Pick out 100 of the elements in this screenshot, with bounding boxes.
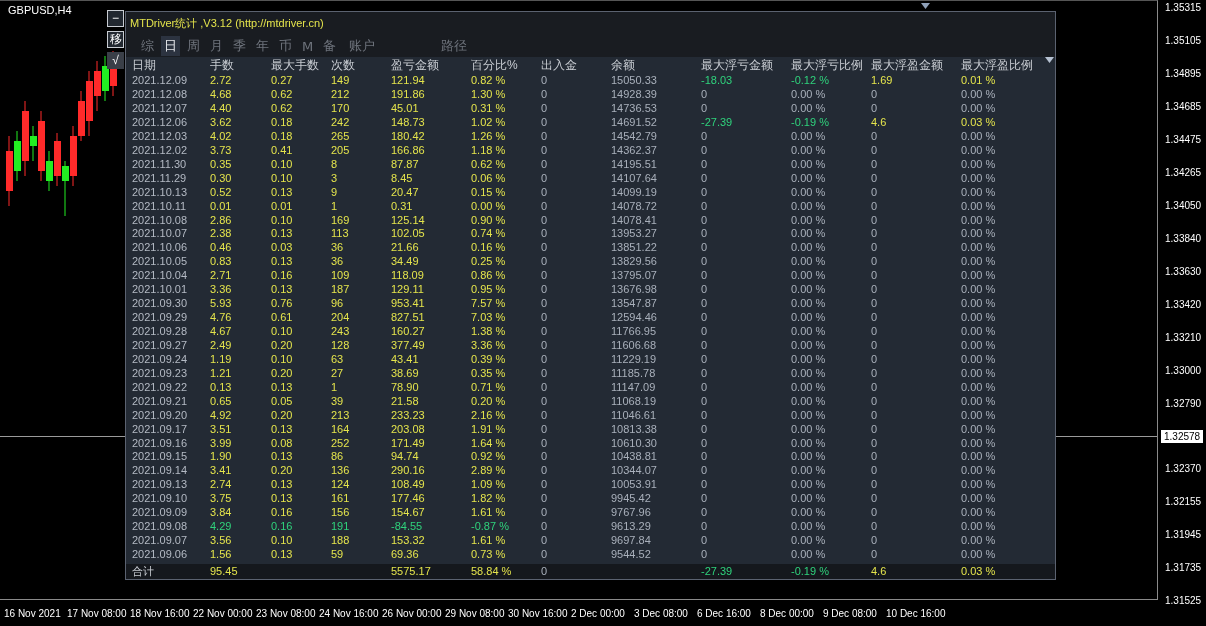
- table-cell: 0.00 %: [961, 422, 996, 437]
- tab[interactable]: 季: [230, 36, 249, 56]
- table-cell: 94.74: [391, 450, 419, 465]
- tab[interactable]: 综: [138, 36, 157, 56]
- table-cell: 2021.09.14: [132, 464, 188, 478]
- table-cell: 2.38: [210, 227, 232, 242]
- column-header: 次数: [331, 57, 355, 74]
- price-label: 1.32370: [1164, 463, 1203, 476]
- table-cell: 9767.96: [611, 506, 651, 520]
- panel-control-button[interactable]: 移: [107, 31, 124, 48]
- table-cell: 0: [541, 241, 548, 255]
- table-cell: 0.03 %: [961, 564, 996, 579]
- table-cell: 242: [331, 116, 350, 130]
- table-cell: 0.18: [271, 129, 293, 144]
- table-cell: 0: [541, 143, 548, 158]
- column-header: 手数: [210, 57, 234, 74]
- table-cell: 0.65: [210, 394, 232, 409]
- table-cell: 0: [871, 436, 878, 451]
- table-cell: 3: [331, 171, 338, 186]
- table-cell: 1: [331, 199, 338, 214]
- table-cell: 0: [871, 478, 878, 492]
- table-cell: 0.18: [271, 116, 293, 130]
- table-cell: 0.00 %: [791, 464, 826, 478]
- table-cell: 0.00 %: [961, 283, 996, 297]
- panel-control-button[interactable]: −: [107, 10, 124, 27]
- tab[interactable]: 年: [253, 36, 272, 56]
- table-cell: 2021.10.08: [132, 213, 188, 228]
- table-cell: 0: [541, 366, 548, 381]
- table-cell: 3.62: [210, 116, 232, 130]
- panel-control-button[interactable]: √: [107, 52, 124, 69]
- table-cell: 2021.10.13: [132, 185, 188, 200]
- table-cell: 0.10: [271, 325, 293, 339]
- table-cell: 0.90 %: [471, 213, 506, 228]
- table-cell: 0.31: [391, 199, 413, 214]
- table-cell: 164: [331, 422, 350, 437]
- table-cell: 0: [701, 269, 708, 283]
- table-cell: 177.46: [391, 492, 425, 506]
- table-cell: 1.30 %: [471, 88, 506, 102]
- table-cell: 0.00 %: [961, 464, 996, 478]
- table-cell: 0: [701, 464, 708, 478]
- tab[interactable]: 账户: [343, 36, 382, 56]
- price-label: 1.32790: [1164, 398, 1203, 411]
- table-cell: 0: [701, 241, 708, 255]
- table-cell: 0.00 %: [791, 352, 826, 367]
- time-label: 10 Dec 16:00: [886, 607, 947, 619]
- table-cell: 0.00 %: [961, 436, 996, 451]
- tab[interactable]: M: [299, 36, 317, 56]
- table-cell: 0.27: [271, 74, 293, 88]
- table-cell: 2021.12.02: [132, 143, 188, 158]
- table-cell: 2021.09.21: [132, 394, 188, 409]
- table-cell: 13829.56: [611, 255, 657, 269]
- table-cell: 113: [331, 227, 349, 242]
- time-label: 9 Dec 08:00: [823, 607, 878, 619]
- tab[interactable]: 路径: [438, 36, 471, 56]
- table-cell: 0.00 %: [961, 450, 996, 465]
- table-cell: 0.00 %: [961, 227, 996, 242]
- table-cell: 0: [541, 534, 548, 548]
- table-cell: 13851.22: [611, 241, 657, 255]
- table-cell: 12594.46: [611, 311, 657, 325]
- table-cell: 14736.53: [611, 102, 657, 116]
- table-cell: 0.00 %: [791, 269, 826, 283]
- table-cell: 0: [701, 311, 708, 325]
- table-cell: 0: [871, 506, 878, 520]
- table-cell: 0: [871, 325, 878, 339]
- table-cell: 0: [541, 548, 548, 562]
- table-cell: 187: [331, 283, 350, 297]
- table-cell: 0.00 %: [961, 269, 996, 283]
- table-cell: 0.00 %: [791, 339, 826, 353]
- table-cell: 0.20: [271, 464, 293, 478]
- column-header: 最大手数: [271, 57, 319, 74]
- table-cell: 102.05: [391, 227, 425, 242]
- table-cell: 合计: [132, 564, 154, 579]
- tab[interactable]: 月: [207, 36, 226, 56]
- tab[interactable]: 备: [320, 36, 340, 56]
- table-cell: 1.02 %: [471, 116, 506, 130]
- table-cell: 0: [871, 213, 878, 228]
- price-label: 1.34475: [1164, 134, 1203, 147]
- table-cell: 1.64 %: [471, 436, 506, 451]
- table-cell: 1.21: [210, 366, 232, 381]
- table-cell: 11147.09: [611, 380, 656, 395]
- table-cell: 34.49: [391, 255, 419, 269]
- table-cell: 2021.11.30: [132, 157, 187, 172]
- table-cell: 63: [331, 352, 344, 367]
- table-cell: 0.00 %: [791, 297, 826, 311]
- table-cell: 0: [871, 548, 878, 562]
- table-cell: 2021.09.16: [132, 436, 188, 451]
- table-cell: 0: [541, 129, 548, 144]
- tab[interactable]: 币: [276, 36, 295, 56]
- table-cell: 0: [871, 492, 878, 506]
- tab[interactable]: 日: [161, 36, 180, 56]
- table-cell: 0.74 %: [471, 227, 506, 242]
- table-cell: 2021.09.07: [132, 534, 188, 548]
- table-cell: 129.11: [391, 283, 424, 297]
- table-cell: 136: [331, 464, 350, 478]
- table-cell: 0.16: [271, 506, 293, 520]
- tab[interactable]: 周: [184, 36, 203, 56]
- table-cell: 13676.98: [611, 283, 657, 297]
- price-label: 1.34685: [1164, 101, 1203, 114]
- table-cell: 4.02: [210, 129, 232, 144]
- table-cell: 2.89 %: [471, 464, 506, 478]
